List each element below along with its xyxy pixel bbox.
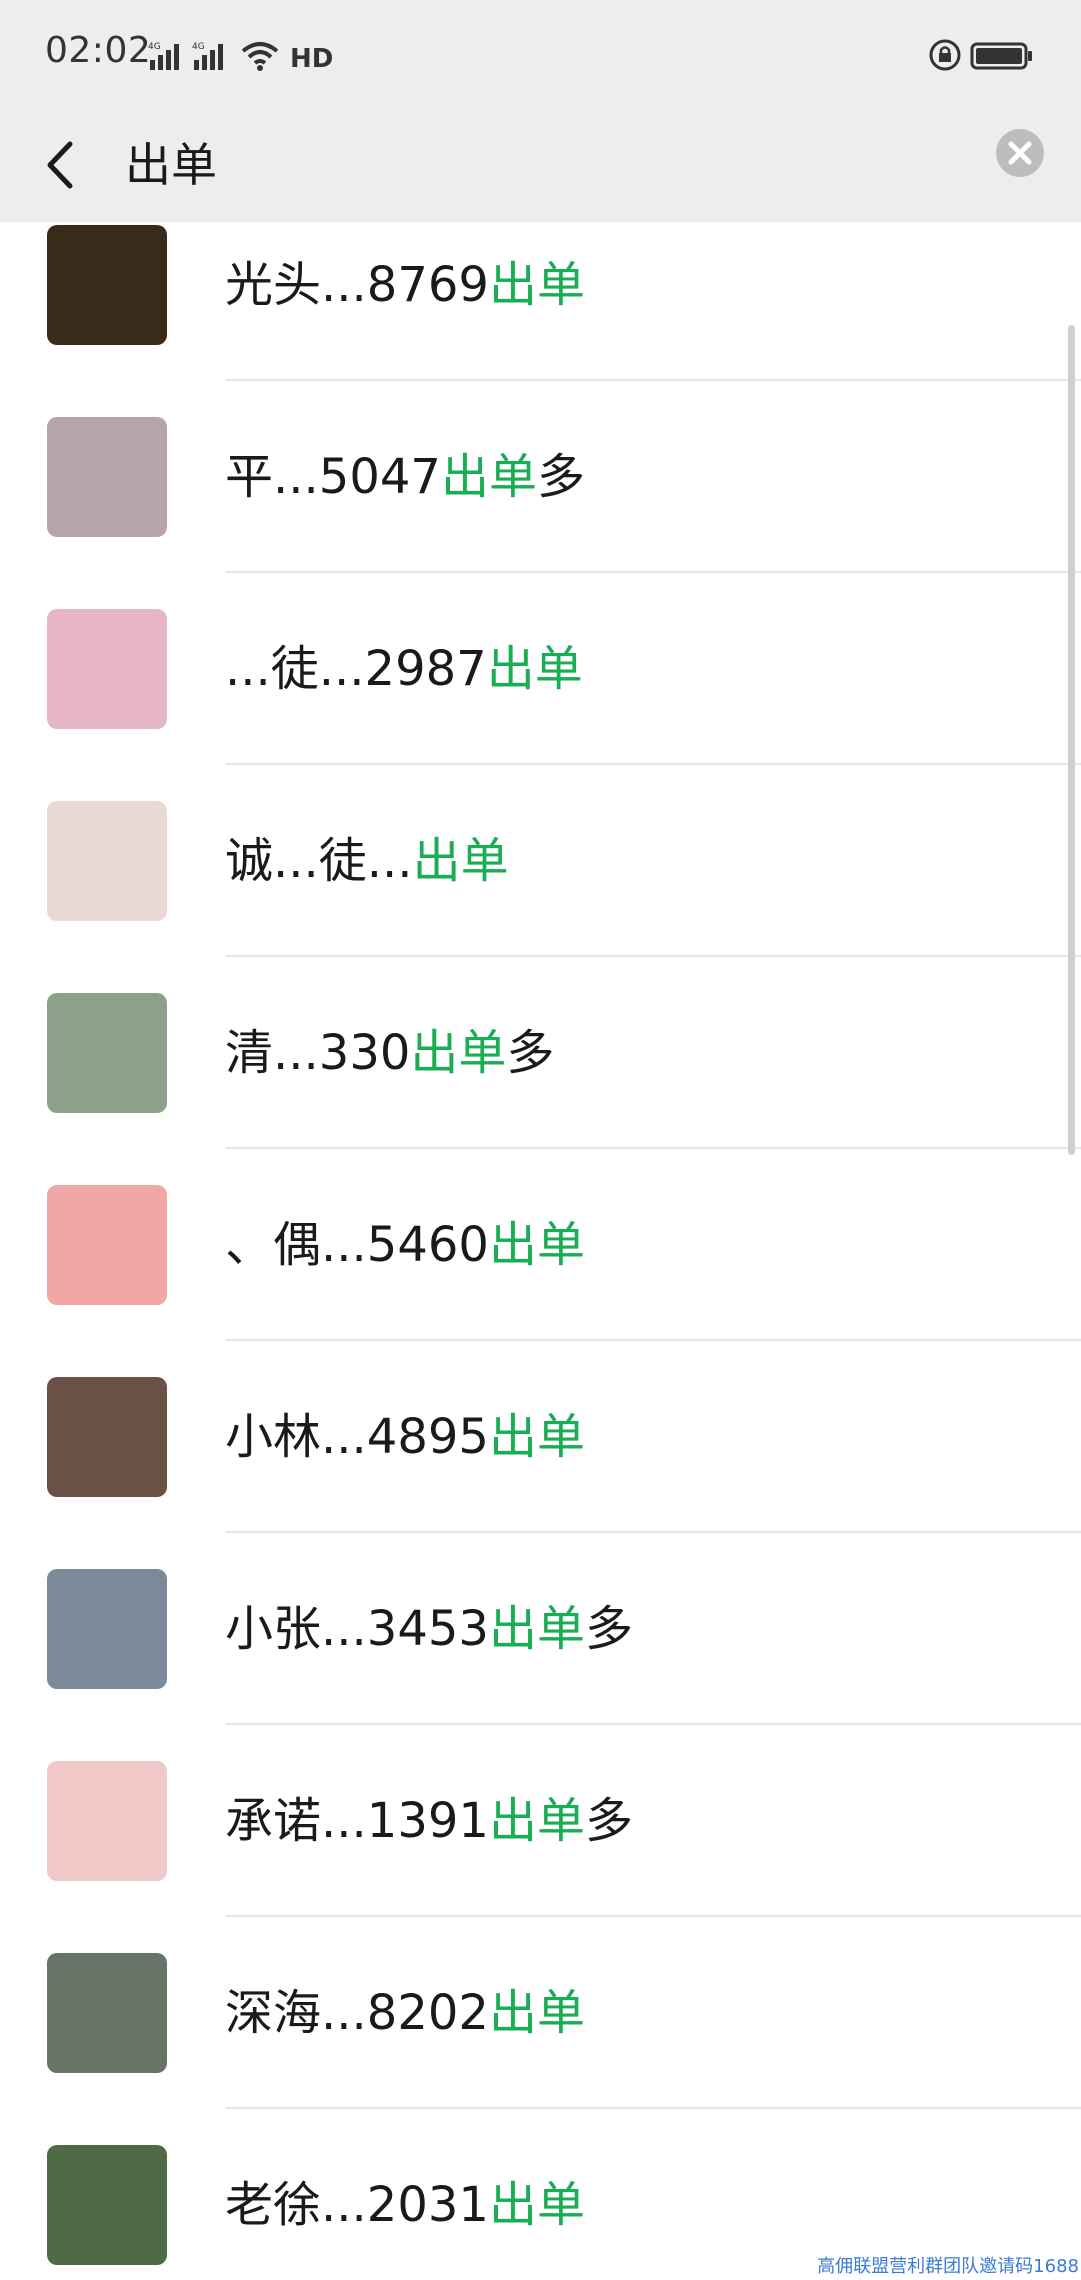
back-arrow-icon[interactable] [36,130,86,200]
list-item-title: 深海...8202出单 [225,1983,585,2043]
cellular-signal-icon: 4G [148,42,179,70]
avatar [47,1761,167,1881]
clear-search-icon[interactable] [995,128,1045,178]
list-item-title: 、偶...5460出单 [225,1215,585,1275]
keyword-highlight: 出单 [410,1025,507,1081]
search-query-text[interactable]: 出单 [125,130,217,200]
list-item-title: 诚...徒...出单 [225,831,509,891]
keyword-highlight: 出单 [488,257,585,313]
list-item-title: 小张...3453出单多 [225,1599,633,1659]
list-item-title: 小林...4895出单 [225,1407,585,1467]
list-item[interactable]: 光头...8769出单 [0,222,1081,381]
status-time: 02:02 [45,30,152,71]
keyword-highlight: 出单 [488,1409,585,1465]
list-item[interactable]: 小林...4895出单 [0,1341,1081,1533]
battery-icon [970,42,1032,70]
app-bar: 出单 [0,110,1081,222]
list-item-title: 光头...8769出单 [225,255,585,315]
keyword-highlight: 出单 [488,1985,585,2041]
list-item[interactable]: 诚...徒...出单 [0,765,1081,957]
keyword-highlight: 出单 [412,833,509,889]
contact-name: 老徐...2031 [225,2177,489,2233]
contact-name: 承诺...1391 [225,1793,489,1849]
avatar [47,1569,167,1689]
name-suffix: 多 [506,1025,555,1081]
contact-name: 清...330 [225,1025,411,1081]
avatar [47,993,167,1113]
contact-name: 、偶...5460 [225,1217,489,1273]
contact-name: 小张...3453 [225,1601,489,1657]
watermark-text: 高佣联盟营利群团队邀请码1688 [817,2256,1079,2277]
svg-text:4G: 4G [192,42,205,52]
list-item[interactable]: 平...5047出单多 [0,381,1081,573]
svg-text:HD: HD [290,44,333,72]
contact-name: 诚...徒... [225,833,413,889]
name-suffix: 多 [536,449,585,505]
search-results-list: 光头...8769出单 平...5047出单多 ...徒...2987出单 诚.… [0,222,1081,2280]
avatar [47,2145,167,2265]
avatar [47,609,167,729]
avatar [47,225,167,345]
contact-name: 光头...8769 [225,257,489,313]
keyword-highlight: 出单 [488,1793,585,1849]
keyword-highlight: 出单 [486,641,583,697]
list-item[interactable]: 小张...3453出单多 [0,1533,1081,1725]
list-item-title: 清...330出单多 [225,1023,554,1083]
status-bar: 02:02 4G 4G HD [0,0,1081,110]
list-item[interactable]: ...徒...2987出单 [0,573,1081,765]
avatar [47,1185,167,1305]
list-item-title: 老徐...2031出单 [225,2175,585,2235]
keyword-highlight: 出单 [440,449,537,505]
list-item-title: 承诺...1391出单多 [225,1791,633,1851]
contact-name: ...徒...2987 [225,641,487,697]
name-suffix: 多 [584,1601,633,1657]
avatar [47,1377,167,1497]
svg-text:4G: 4G [148,42,161,52]
list-item[interactable]: 清...330出单多 [0,957,1081,1149]
list-item-title: 平...5047出单多 [225,447,585,507]
contact-name: 小林...4895 [225,1409,489,1465]
list-item[interactable]: 深海...8202出单 [0,1917,1081,2109]
avatar [47,417,167,537]
wifi-icon [241,42,279,71]
avatar [47,801,167,921]
list-item[interactable]: 、偶...5460出单 [0,1149,1081,1341]
avatar [47,1953,167,2073]
scrollbar[interactable] [1068,325,1075,1155]
hd-voice-icon: HD [290,44,333,72]
keyword-highlight: 出单 [488,1601,585,1657]
keyword-highlight: 出单 [488,2177,585,2233]
name-suffix: 多 [584,1793,633,1849]
list-item-title: ...徒...2987出单 [225,639,583,699]
contact-name: 深海...8202 [225,1985,489,2041]
cellular-signal-icon: 4G [192,42,223,70]
rotation-lock-icon [929,39,961,71]
list-item[interactable]: 承诺...1391出单多 [0,1725,1081,1917]
contact-name: 平...5047 [225,449,441,505]
keyword-highlight: 出单 [488,1217,585,1273]
